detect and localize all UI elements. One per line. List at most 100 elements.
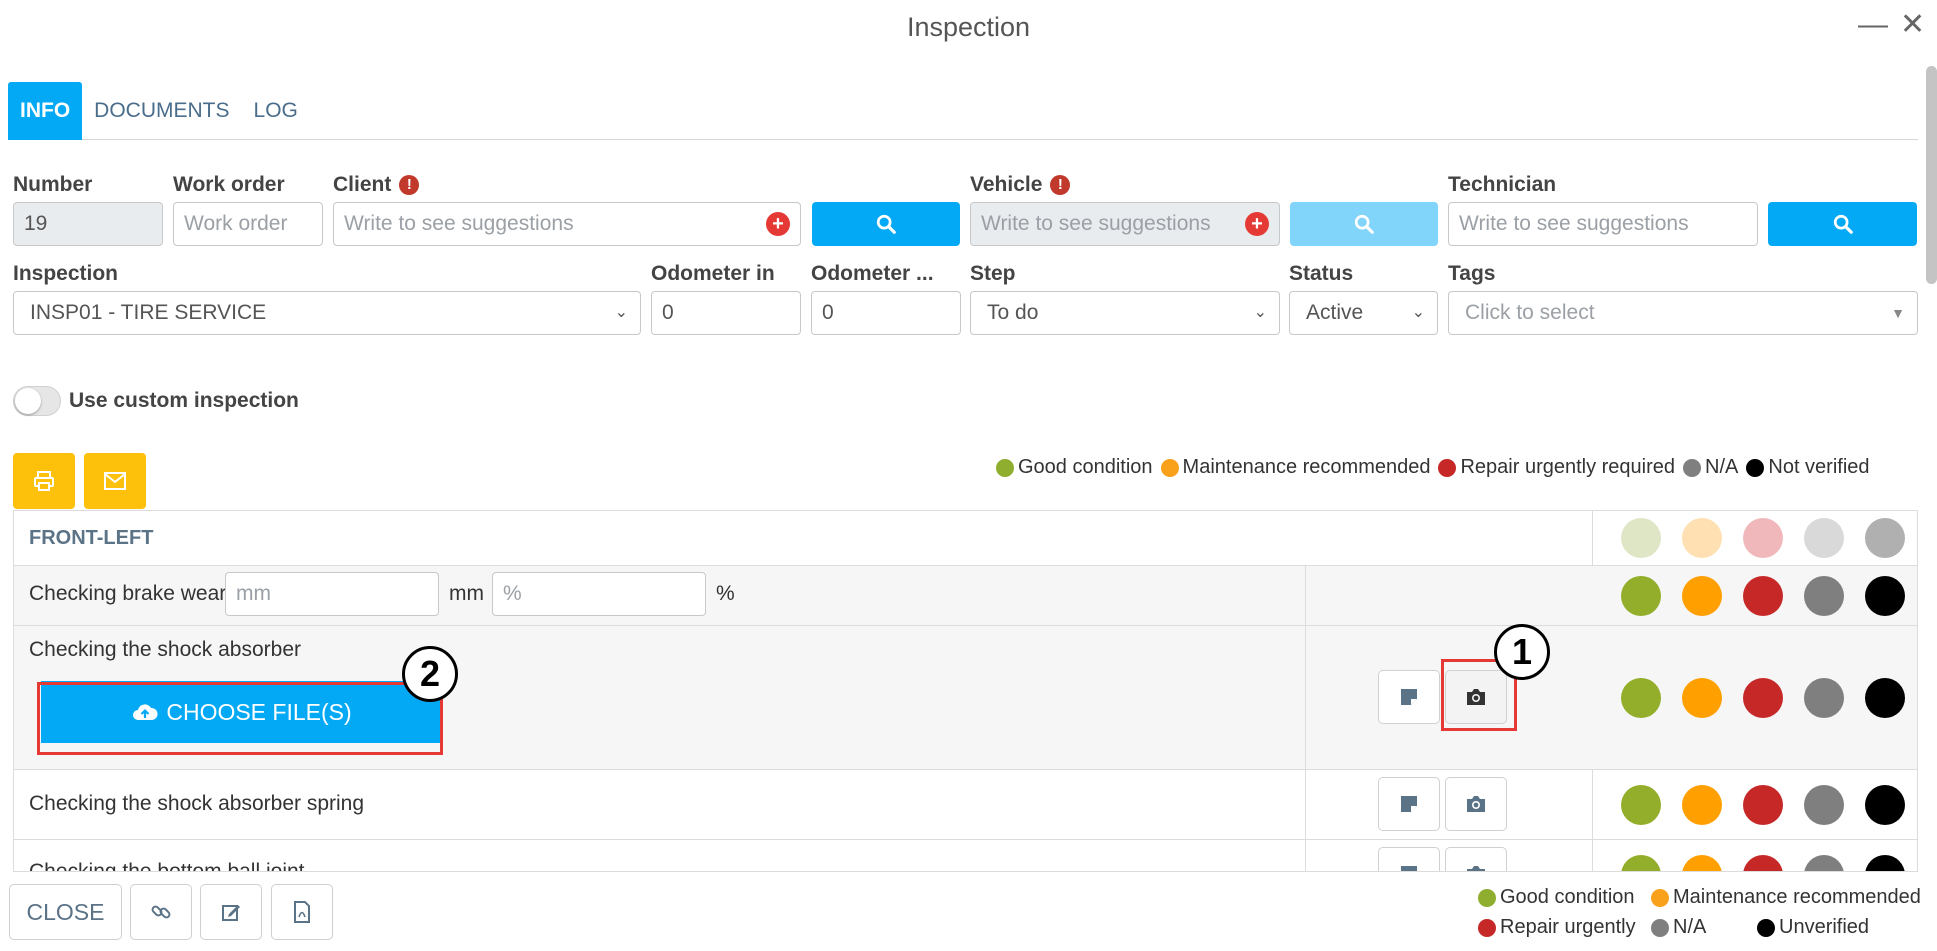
percent-unit: %: [716, 582, 735, 605]
status-na-dot[interactable]: [1804, 855, 1844, 871]
link-button[interactable]: [130, 884, 192, 940]
minimize-icon[interactable]: —: [1858, 8, 1888, 42]
odometer-out-field[interactable]: 0: [811, 291, 961, 335]
header-na-dot[interactable]: [1804, 518, 1844, 558]
status-not-verified-dot[interactable]: [1865, 785, 1905, 825]
status-repair-dot[interactable]: [1743, 576, 1783, 616]
required-warning-icon: !: [399, 175, 420, 195]
search-icon: [876, 214, 896, 234]
camera-icon: [1467, 866, 1485, 871]
brake-percent-input[interactable]: %: [492, 572, 706, 616]
table-row: Checking the bottom ball joint: [14, 840, 1917, 871]
close-button[interactable]: CLOSE: [9, 884, 122, 940]
edit-icon: [222, 905, 240, 921]
header-good-dot[interactable]: [1621, 518, 1661, 558]
status-repair-dot[interactable]: [1743, 855, 1783, 871]
work-order-label: Work order: [173, 173, 285, 196]
status-maintenance-dot[interactable]: [1682, 785, 1722, 825]
status-good-dot[interactable]: [1621, 576, 1661, 616]
caret-down-icon: ▼: [1891, 305, 1905, 321]
header-maintenance-dot[interactable]: [1682, 518, 1722, 558]
section-title: FRONT-LEFT: [29, 527, 154, 549]
status-na-dot[interactable]: [1804, 576, 1844, 616]
pdf-file-icon: [294, 901, 310, 923]
note-button[interactable]: [1378, 670, 1440, 724]
item-label: Checking the shock absorber spring: [29, 792, 365, 815]
email-button[interactable]: [84, 453, 146, 509]
step-label: Step: [970, 262, 1016, 285]
step-select[interactable]: To do ⌄: [970, 291, 1280, 335]
chevron-down-icon: ⌄: [614, 304, 628, 321]
item-label: Checking brake wear: [29, 582, 227, 605]
status-good-dot[interactable]: [1621, 785, 1661, 825]
odometer-in-label: Odometer in: [651, 262, 775, 285]
printer-icon: [34, 471, 54, 491]
status-good-dot[interactable]: [1621, 855, 1661, 871]
print-button[interactable]: [13, 453, 75, 509]
technician-search-button[interactable]: [1768, 202, 1917, 246]
client-input[interactable]: Write to see suggestions +: [333, 202, 801, 246]
tab-log[interactable]: LOG: [242, 82, 310, 140]
add-vehicle-icon[interactable]: +: [1245, 212, 1269, 236]
camera-button[interactable]: [1445, 847, 1507, 871]
tab-bar: INFO DOCUMENTS LOG: [8, 82, 1918, 140]
legend-na: N/A: [1683, 456, 1738, 479]
status-repair-dot[interactable]: [1743, 678, 1783, 718]
scrollbar-thumb[interactable]: [1926, 66, 1937, 284]
legend-not-verified: Not verified: [1746, 456, 1870, 479]
legend-good: Good condition: [996, 456, 1153, 479]
custom-inspection-toggle[interactable]: [13, 386, 61, 416]
work-order-field[interactable]: Work order: [173, 202, 323, 246]
status-good-dot[interactable]: [1621, 678, 1661, 718]
sticky-note-icon: [1401, 689, 1417, 705]
sticky-note-icon: [1401, 796, 1417, 812]
vehicle-search-button[interactable]: [1290, 202, 1438, 246]
number-label: Number: [13, 173, 93, 196]
window-title: Inspection: [906, 12, 1031, 42]
status-na-dot[interactable]: [1804, 785, 1844, 825]
add-client-icon[interactable]: +: [766, 212, 790, 236]
technician-input[interactable]: Write to see suggestions: [1448, 202, 1758, 246]
condition-legend: Good condition Maintenance recommended R…: [988, 456, 1870, 479]
footer-legend-maintenance: Maintenance recommended: [1651, 886, 1921, 909]
camera-button[interactable]: [1445, 777, 1507, 831]
status-not-verified-dot[interactable]: [1865, 576, 1905, 616]
note-button[interactable]: [1378, 847, 1440, 871]
pdf-button[interactable]: [271, 884, 333, 940]
vehicle-input[interactable]: Write to see suggestions +: [970, 202, 1280, 246]
item-label: Checking the shock absorber: [29, 638, 301, 661]
camera-icon: [1467, 796, 1485, 812]
status-na-dot[interactable]: [1804, 678, 1844, 718]
status-repair-dot[interactable]: [1743, 785, 1783, 825]
odometer-out-label: Odometer ...: [811, 262, 934, 285]
search-icon: [1354, 214, 1374, 234]
inspection-select[interactable]: INSP01 - TIRE SERVICE ⌄: [13, 291, 641, 335]
technician-label: Technician: [1448, 173, 1557, 196]
status-not-verified-dot[interactable]: [1865, 855, 1905, 871]
close-icon[interactable]: ✕: [1900, 8, 1925, 42]
note-button[interactable]: [1378, 777, 1440, 831]
header-repair-dot[interactable]: [1743, 518, 1783, 558]
table-row: Checking the shock absorber spring: [14, 770, 1917, 840]
tags-select[interactable]: Click to select ▼: [1448, 291, 1918, 335]
status-not-verified-dot[interactable]: [1865, 678, 1905, 718]
status-maintenance-dot[interactable]: [1682, 678, 1722, 718]
callout-1: 1: [1494, 624, 1550, 680]
vehicle-label: Vehicle!: [970, 173, 1071, 197]
brake-mm-input[interactable]: mm: [225, 572, 439, 616]
tab-info[interactable]: INFO: [8, 82, 83, 140]
number-field[interactable]: 19: [13, 202, 163, 246]
link-icon: [151, 905, 171, 919]
odometer-in-field[interactable]: 0: [651, 291, 801, 335]
footer-legend-na: N/A: [1651, 916, 1706, 939]
inspection-label: Inspection: [13, 262, 119, 285]
status-maintenance-dot[interactable]: [1682, 576, 1722, 616]
tab-documents[interactable]: DOCUMENTS: [82, 82, 241, 140]
status-select[interactable]: Active ⌄: [1289, 291, 1438, 335]
section-header-row: FRONT-LEFT: [14, 511, 1917, 566]
header-not-verified-dot[interactable]: [1865, 518, 1905, 558]
status-maintenance-dot[interactable]: [1682, 855, 1722, 871]
client-search-button[interactable]: [812, 202, 960, 246]
envelope-icon: [104, 472, 126, 490]
edit-button[interactable]: [200, 884, 262, 940]
